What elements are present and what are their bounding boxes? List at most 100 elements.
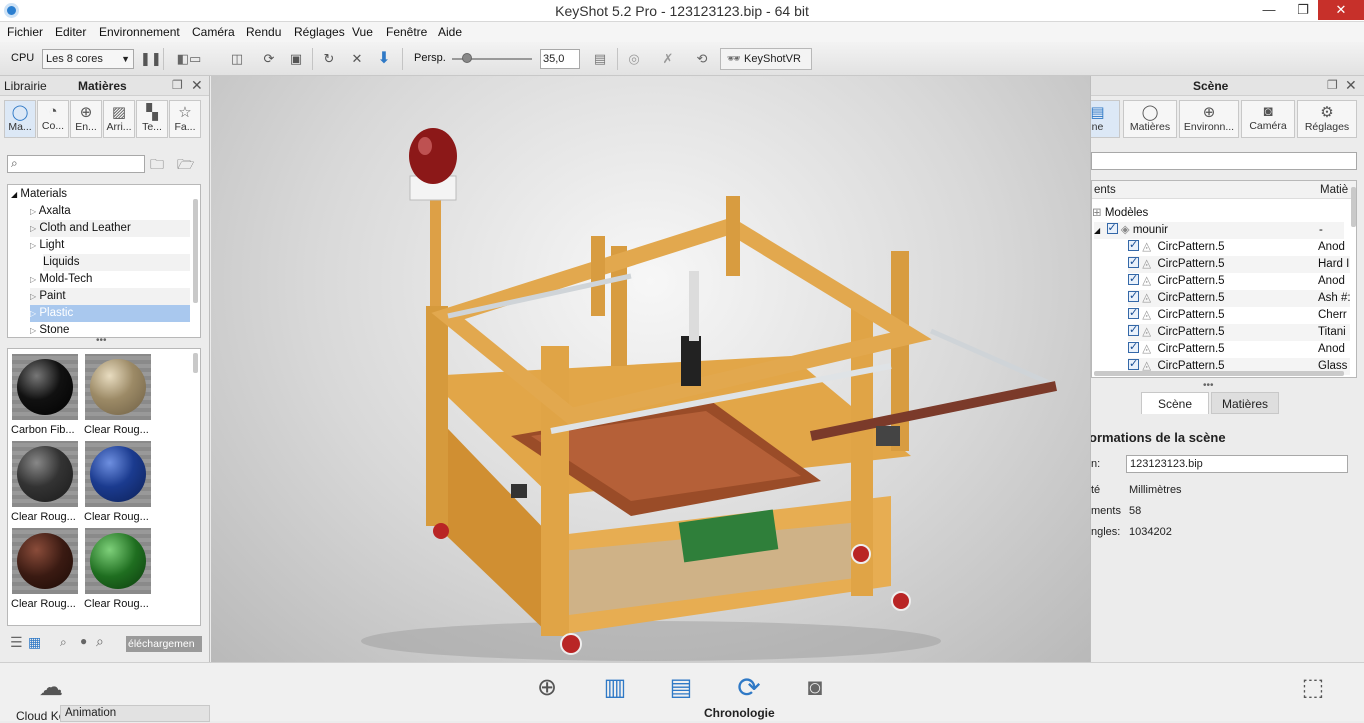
swatch-scrollbar[interactable] — [193, 353, 198, 373]
scene-name-input[interactable]: 123123123.bip — [1126, 455, 1348, 473]
tab-scene-materials[interactable]: ◯ Matières — [1123, 100, 1177, 138]
tree-item-light[interactable]: ▷ Light — [30, 237, 64, 254]
swatch-thumb[interactable] — [12, 441, 78, 507]
tree-part-row[interactable]: ◬ CircPattern.5Hard I — [1128, 254, 1350, 273]
swatch-thumb[interactable] — [85, 441, 151, 507]
fov-input[interactable]: 35,0 — [540, 49, 580, 69]
tree-item-liquids[interactable]: Liquids — [43, 254, 190, 271]
visibility-checkbox[interactable] — [1128, 254, 1139, 271]
column-material[interactable]: Matiè — [1320, 184, 1348, 196]
menu-camera[interactable]: Caméra — [192, 25, 235, 39]
tree-item-paint[interactable]: ▷ Paint — [30, 288, 190, 305]
swatch-thumb[interactable] — [12, 354, 78, 420]
chronologie-label[interactable]: Chronologie — [704, 706, 775, 720]
close-panel-icon[interactable]: ✕ — [191, 77, 203, 94]
tab-colors[interactable]: ◔ Co... — [37, 100, 69, 138]
tree-part-row[interactable]: ◬ CircPattern.5Anod — [1128, 271, 1350, 290]
visibility-checkbox[interactable] — [1128, 322, 1139, 339]
menu-fenetre[interactable]: Fenêtre — [386, 25, 427, 39]
sphere-icon[interactable]: ◎ — [624, 49, 644, 69]
visibility-checkbox[interactable] — [1128, 339, 1139, 356]
visibility-checkbox[interactable] — [1128, 288, 1139, 305]
minimize-button[interactable]: — — [1254, 0, 1284, 20]
tree-item-stone[interactable]: ▷ Stone — [30, 322, 69, 339]
sync-icon[interactable]: ⟲ — [692, 49, 712, 69]
tab-materials[interactable]: ◯ Ma... — [4, 100, 36, 138]
grid-view-icon[interactable]: ▦ — [28, 634, 41, 651]
tab-settings[interactable]: ⚙ Réglages — [1297, 100, 1357, 138]
subtab-scene[interactable]: Scène — [1141, 392, 1209, 414]
download-button[interactable]: éléchargemen — [126, 636, 202, 652]
close-panel-icon[interactable]: ✕ — [1345, 77, 1357, 94]
swatch-thumb[interactable] — [85, 528, 151, 594]
keyshotvr-button[interactable]: 🕶 KeyShotVR — [720, 48, 812, 70]
cloud-icon[interactable]: ☁ — [36, 673, 66, 703]
visibility-checkbox[interactable] — [1128, 305, 1139, 322]
library-search-input[interactable]: ⌕ — [7, 155, 145, 173]
size-slider-handle[interactable]: ● — [80, 634, 87, 648]
tree-item-plastic[interactable]: ▷ Plastic — [30, 305, 190, 322]
tree-part-row[interactable]: ◬ CircPattern.5Ash #: — [1128, 288, 1351, 307]
menu-vue[interactable]: Vue — [352, 25, 373, 39]
menu-reglages[interactable]: Réglages — [294, 25, 345, 39]
new-folder-icon[interactable]: 🗀 — [150, 154, 164, 178]
maximize-button[interactable]: ❐ — [1288, 0, 1318, 20]
cpu-select[interactable]: Les 8 cores ▼ — [42, 49, 134, 69]
lock-icon[interactable]: ▣ — [286, 49, 306, 69]
visibility-checkbox[interactable] — [1128, 356, 1139, 373]
render-viewport[interactable] — [211, 76, 1090, 662]
tab-backplates[interactable]: ▨ Arri... — [103, 100, 135, 138]
tab-environment[interactable]: ⊕ Environn... — [1179, 100, 1239, 138]
screenshot-icon[interactable]: ◙ — [800, 673, 830, 703]
region-select-icon[interactable]: ⬚ — [1298, 673, 1328, 703]
tree-item-cloth[interactable]: ▷ Cloth and Leather — [30, 220, 190, 237]
visibility-checkbox[interactable] — [1128, 237, 1139, 254]
tree-part-row[interactable]: ◬ CircPattern.5Cherr — [1128, 305, 1350, 324]
scene-search-input[interactable] — [1091, 152, 1357, 170]
column-elements[interactable]: ents — [1094, 184, 1116, 196]
list-view-icon[interactable]: ☰ — [10, 634, 23, 651]
tree-item-moldtech[interactable]: ▷ Mold-Tech — [30, 271, 92, 288]
swatch-thumb[interactable] — [85, 354, 151, 420]
tab-favorites[interactable]: ☆ Fa... — [169, 100, 201, 138]
splitter-handle[interactable]: ••• — [1203, 380, 1214, 391]
film-icon[interactable]: ◧▭ — [172, 49, 206, 69]
close-window-button[interactable]: ✕ — [1318, 0, 1364, 20]
visibility-checkbox[interactable] — [1128, 271, 1139, 288]
scene-tree-vscroll[interactable] — [1351, 187, 1356, 227]
menu-fichier[interactable]: Fichier — [7, 25, 43, 39]
undock-icon[interactable]: ❐ — [172, 78, 183, 92]
fit-icon[interactable]: ✕ — [346, 49, 368, 69]
tree-part-row[interactable]: ◬ CircPattern.5Anod — [1128, 339, 1350, 358]
reset-icon[interactable]: ↻ — [318, 49, 340, 69]
tab-matieres[interactable]: Matières — [78, 79, 127, 93]
pause-icon[interactable]: ❚❚ — [140, 49, 162, 69]
subtab-materials[interactable]: Matières — [1211, 392, 1279, 414]
menu-rendu[interactable]: Rendu — [246, 25, 281, 39]
folder-options-icon[interactable]: 🗁 — [177, 154, 194, 178]
scene-tree-hscroll[interactable] — [1094, 371, 1344, 376]
tree-scrollbar[interactable] — [193, 199, 198, 303]
project-list-icon[interactable]: ▤ — [666, 673, 696, 703]
tree-part-row[interactable]: ◬ CircPattern.5Anod — [1128, 237, 1350, 256]
zoom-out-icon[interactable]: ⌕ — [60, 635, 67, 650]
menu-aide[interactable]: Aide — [438, 25, 462, 39]
visibility-checkbox[interactable] — [1106, 220, 1118, 237]
splitter-handle[interactable]: ••• — [96, 335, 107, 346]
refresh-icon[interactable]: ⟳ — [258, 49, 280, 69]
tree-part-row[interactable]: ◬ CircPattern.5Titani — [1128, 322, 1350, 341]
drop-down-arrow-icon[interactable]: ⬇ — [373, 49, 395, 69]
import-icon[interactable]: ⊕ — [532, 673, 562, 703]
zoom-in-icon[interactable]: ⌕ — [96, 633, 104, 650]
tab-environments[interactable]: ⊕ En... — [70, 100, 102, 138]
swatch-thumb[interactable] — [12, 528, 78, 594]
tab-camera[interactable]: ◙ Caméra — [1241, 100, 1295, 138]
render-region-icon[interactable]: ▤ — [590, 49, 610, 69]
menu-editer[interactable]: Editer — [55, 25, 86, 39]
animation-tab[interactable]: Animation — [60, 705, 210, 722]
tab-textures[interactable]: ▚ Te... — [136, 100, 168, 138]
render-icon[interactable]: ⟳ — [734, 673, 764, 703]
tab-librairie[interactable]: Librairie — [4, 79, 47, 93]
library-book-icon[interactable]: ▥ — [600, 673, 630, 703]
screenshot-icon[interactable]: ◫ — [222, 49, 252, 69]
